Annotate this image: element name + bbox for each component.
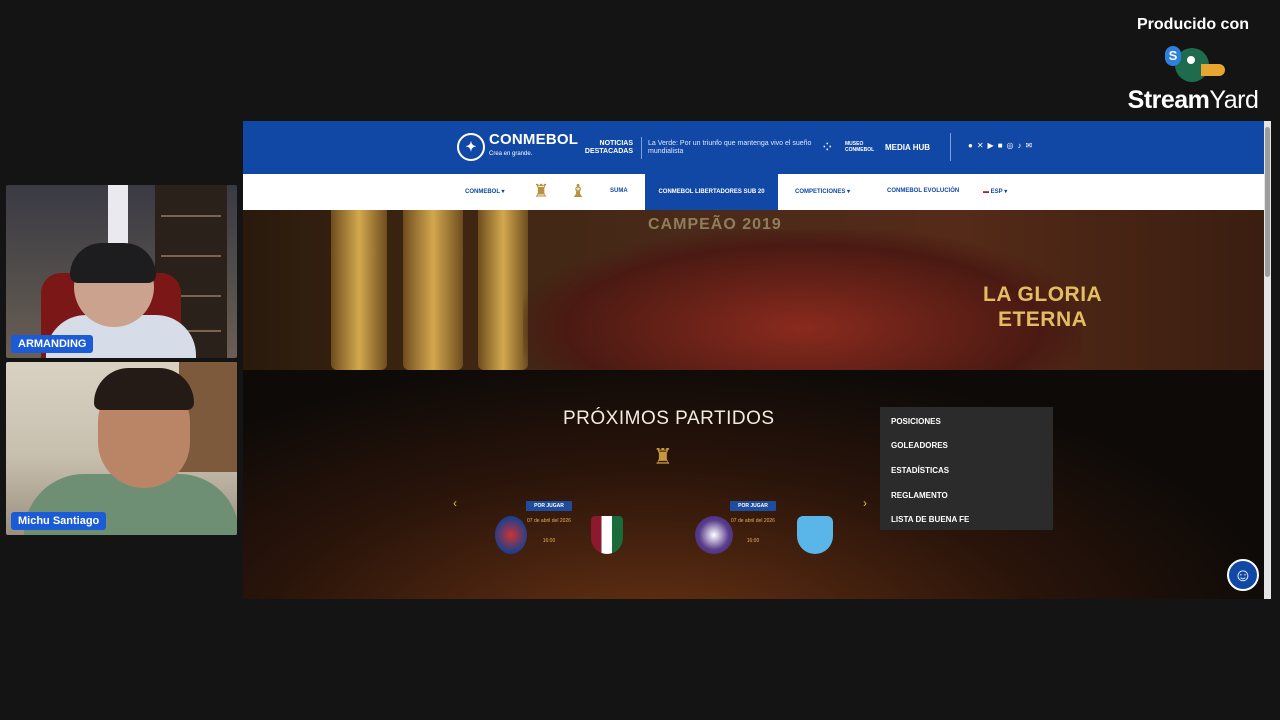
logo-text: CONMEBOL [489,131,579,148]
x-icon[interactable]: ✕ [977,141,984,150]
upcoming-matches-section: PRÓXIMOS PARTIDOS ♜ ‹ › POR JUGAR 07 de … [243,370,1264,599]
site-navbar: CONMEBOL ▾ ♜ ♝ SUMA CONMEBOL LIBERTADORE… [243,174,1264,210]
participant-name-label: Michu Santiago [11,512,107,530]
instagram-icon[interactable]: ◎ [1007,141,1014,150]
person-hair [70,243,156,283]
match-time: 16:00 [746,538,760,544]
hero-banner[interactable]: CAMPEÃO 2019 LA GLORIA ETERNA [243,210,1264,370]
nav-conmebol-evolucion[interactable]: CONMEBOL EVOLUCIÓN [887,188,959,194]
streamyard-badge-letter: S [1165,46,1181,66]
streamyard-branding: Producido con S StreamYard [1118,16,1268,115]
menu-item-goleadores[interactable]: GOLEADORES [891,441,948,450]
menu-item-posiciones[interactable]: POSICIONES [891,417,941,426]
nav-libertadores-sub20[interactable]: CONMEBOL LIBERTADORES SUB 20 [645,174,778,210]
facebook-icon[interactable]: ● [968,141,973,150]
section-title: PRÓXIMOS PARTIDOS [563,408,775,429]
match-date: 07 de abril del 2026 [527,518,571,524]
mail-icon[interactable]: ✉ [1026,141,1033,150]
divider [950,133,951,161]
carousel-prev-arrow-icon[interactable]: ‹ [453,496,457,510]
webcam-tile-michu-santiago[interactable]: Michu Santiago [6,362,237,535]
hero-title: LA GLORIA ETERNA [983,282,1102,332]
social-links: ● ✕ ▶ ■ ◎ ♪ ✉ [968,141,1032,150]
match-status-badge: POR JUGAR [730,501,776,511]
linkedin-icon[interactable]: ■ [998,141,1003,150]
spain-flag-icon: ▬ [983,189,989,195]
carousel-next-arrow-icon[interactable]: › [863,496,867,510]
menu-item-reglamento[interactable]: REGLAMENTO [891,491,948,500]
menu-item-lista-buena-fe[interactable]: LISTA DE BUENA FE [891,515,969,524]
match-status-badge: POR JUGAR [526,501,572,511]
trophy-icon: ♜ [653,444,673,469]
match-time: 16:00 [542,538,556,544]
page-scrollbar[interactable] [1264,121,1271,599]
nav-conmebol[interactable]: CONMEBOL ▾ [465,188,505,195]
conmebol-logo[interactable]: ✦ CONMEBOL Crea en grande. [457,131,579,161]
webcam-tile-armanding[interactable]: ARMANDING [6,185,237,358]
stats-dropdown-menu: POSICIONES GOLEADORES ESTADÍSTICAS REGLA… [880,407,1053,530]
nav-competiciones[interactable]: COMPETICIONES ▾ [795,188,850,195]
youtube-icon[interactable]: ▶ [988,141,994,150]
match-card[interactable]: POR JUGAR 07 de abril del 2026 16:00 [491,501,631,561]
menu-item-estadisticas[interactable]: ESTADÍSTICAS [891,466,949,475]
wordmark-stream: Stream [1127,86,1210,114]
campeao-banner: CAMPEÃO 2019 [648,216,782,233]
language-selector[interactable]: ▬ ESP ▾ [983,188,1007,195]
news-heading: NOTICIAS DESTACADAS [584,140,633,155]
hero-title-line1: LA GLORIA [983,283,1103,306]
match-card[interactable]: POR JUGAR 07 de abril del 2026 16:00 [695,501,835,561]
conmebol-emblem-icon: ✦ [457,133,485,161]
scrollbar-thumb[interactable] [1265,127,1270,277]
divider [641,137,642,159]
libertadores-trophy-icon[interactable]: ♜ [533,181,549,202]
gold-pillar [403,210,463,370]
media-hub-link[interactable]: MEDIA HUB [885,143,930,152]
gold-pillar [331,210,387,370]
museo-icon: ⁘ [821,139,834,156]
away-team-crest [591,516,623,554]
hero-title-line2: ETERNA [997,308,1088,331]
streamyard-wordmark: StreamYard [1118,86,1268,115]
sudamericana-trophy-icon[interactable]: ♝ [570,181,586,202]
tiktok-icon[interactable]: ♪ [1018,141,1022,150]
museo-link[interactable]: MUSEO CONMEBOL [845,141,885,153]
match-date: 07 de abril del 2026 [731,518,775,524]
accessibility-icon[interactable]: ☺ [1227,559,1259,591]
participant-name-label: ARMANDING [11,335,94,353]
away-team-crest [797,516,833,554]
wordmark-yard: Yard [1209,86,1259,114]
featured-news-link[interactable]: La Verde: Por un triunfo que mantenga vi… [648,140,813,156]
nav-suma[interactable]: SUMA [610,188,628,194]
shared-screen: ✦ CONMEBOL Crea en grande. NOTICIAS DEST… [243,121,1271,599]
streamyard-duck-logo: S [1163,42,1225,88]
produced-with-label: Producido con [1137,16,1249,33]
person-hair [94,368,194,410]
site-topbar: ✦ CONMEBOL Crea en grande. NOTICIAS DEST… [243,121,1264,174]
gold-pillar [478,210,528,370]
logo-tagline: Crea en grande. [489,151,533,157]
